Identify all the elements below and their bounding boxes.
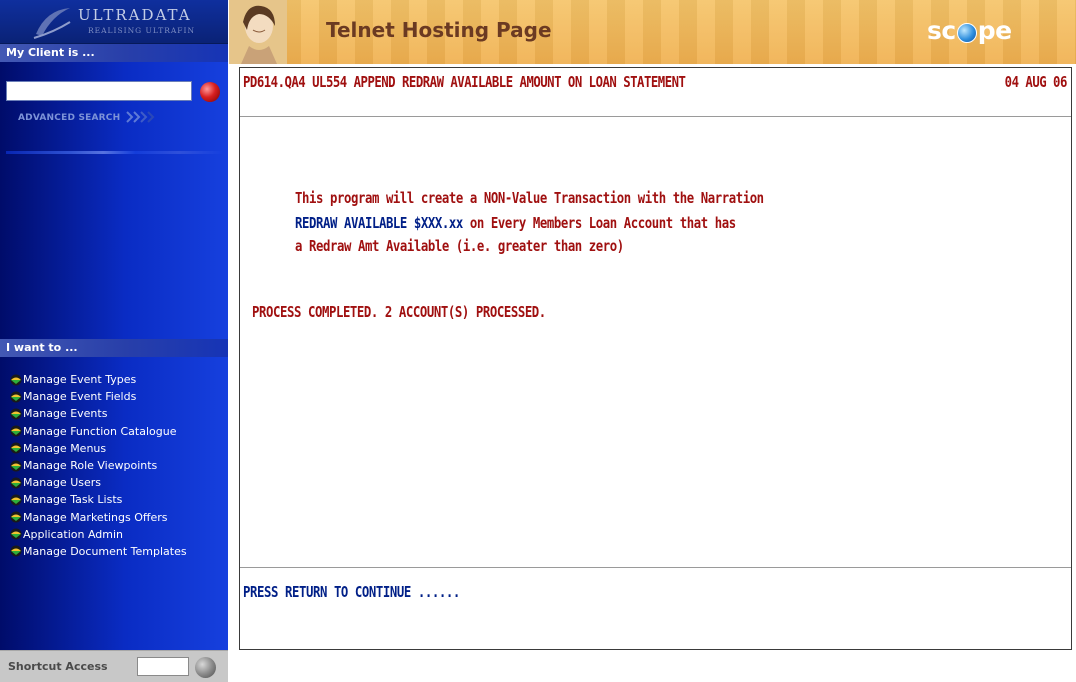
menu-item-label: Manage Menus	[23, 441, 107, 455]
menu-item-label: Manage Event Types	[23, 373, 137, 387]
menu-item-manage-events[interactable]: Manage Events	[10, 405, 228, 422]
action-menu: Manage Event Types Manage Event Fields M…	[10, 371, 228, 560]
i-want-to-header: I want to ...	[0, 339, 228, 357]
terminal-message-line-1: This program will create a NON-Value Tra…	[295, 189, 764, 207]
logo-swoosh-icon	[33, 8, 71, 39]
arrow-bullet-icon	[10, 545, 22, 557]
ultradata-logo: ULTRADATA REALISING ULTRAFIN	[0, 0, 228, 44]
terminal-program-title: PD614.QA4 UL554 APPEND REDRAW AVAILABLE …	[243, 73, 686, 91]
arrow-bullet-icon	[10, 442, 22, 454]
terminal-divider	[240, 567, 1071, 568]
shortcut-access-label: Shortcut Access	[8, 660, 108, 673]
menu-item-manage-task-lists[interactable]: Manage Task Lists	[10, 491, 228, 508]
menu-item-manage-role-viewpoints[interactable]: Manage Role Viewpoints	[10, 457, 228, 474]
logo-name: ULTRADATA	[78, 6, 192, 24]
menu-item-manage-event-fields[interactable]: Manage Event Fields	[10, 388, 228, 405]
menu-item-label: Manage Event Fields	[23, 390, 137, 404]
press-return-prompt[interactable]: PRESS RETURN TO CONTINUE ......	[243, 583, 460, 601]
terminal-message-line-2-rest: on Every Members Loan Account that has	[462, 214, 736, 232]
arrow-bullet-icon	[10, 408, 22, 420]
logo-tagline: REALISING ULTRAFIN	[88, 26, 196, 35]
menu-item-manage-event-types[interactable]: Manage Event Types	[10, 371, 228, 388]
shortcut-access-input[interactable]	[137, 657, 189, 676]
sidebar: ULTRADATA REALISING ULTRAFIN My Client i…	[0, 0, 228, 682]
menu-item-application-admin[interactable]: Application Admin	[10, 526, 228, 543]
arrow-bullet-icon	[10, 374, 22, 386]
scope-logo-text-end: pe	[977, 16, 1012, 45]
menu-item-manage-users[interactable]: Manage Users	[10, 474, 228, 491]
top-banner: Telnet Hosting Page sc pe	[229, 0, 1076, 64]
narration-highlight: REDRAW AVAILABLE $XXX.xx	[295, 214, 463, 232]
scope-logo-text-start: sc	[927, 16, 956, 45]
menu-item-label: Manage Document Templates	[23, 544, 187, 558]
double-chevron-right-icon[interactable]	[125, 110, 165, 124]
menu-item-label: Manage Role Viewpoints	[23, 459, 158, 473]
menu-item-label: Manage Marketings Offers	[23, 510, 168, 524]
arrow-bullet-icon	[10, 391, 22, 403]
person-photo-icon	[229, 0, 287, 64]
arrow-bullet-icon	[10, 425, 22, 437]
arrow-bullet-icon	[10, 477, 22, 489]
menu-item-label: Manage Task Lists	[23, 493, 123, 507]
menu-item-label: Manage Users	[23, 476, 101, 490]
shortcut-go-magnifier-icon[interactable]	[195, 657, 216, 678]
arrow-bullet-icon	[10, 528, 22, 540]
terminal-message-line-3: a Redraw Amt Available (i.e. greater tha…	[295, 237, 624, 255]
shortcut-access-bar: Shortcut Access	[0, 650, 228, 682]
my-client-header: My Client is ...	[0, 44, 228, 62]
page-title: Telnet Hosting Page	[326, 18, 552, 42]
advanced-search-link[interactable]: ADVANCED SEARCH	[18, 113, 120, 123]
menu-item-manage-function-catalogue[interactable]: Manage Function Catalogue	[10, 423, 228, 440]
telnet-terminal[interactable]: PD614.QA4 UL554 APPEND REDRAW AVAILABLE …	[239, 67, 1072, 650]
menu-item-manage-document-templates[interactable]: Manage Document Templates	[10, 543, 228, 560]
menu-item-manage-marketings-offers[interactable]: Manage Marketings Offers	[10, 509, 228, 526]
arrow-bullet-icon	[10, 511, 22, 523]
client-search-input[interactable]	[6, 81, 192, 101]
arrow-bullet-icon	[10, 460, 22, 472]
scope-logo: sc pe	[927, 16, 1012, 45]
terminal-title-row: PD614.QA4 UL554 APPEND REDRAW AVAILABLE …	[240, 68, 1071, 117]
menu-item-manage-menus[interactable]: Manage Menus	[10, 440, 228, 457]
menu-item-label: Manage Function Catalogue	[23, 424, 177, 438]
menu-item-label: Application Admin	[23, 527, 124, 541]
terminal-date: 04 AUG 06	[1004, 73, 1068, 91]
terminal-message-line-2: REDRAW AVAILABLE $XXX.xx on Every Member…	[295, 214, 736, 232]
client-search-go-icon[interactable]	[200, 82, 220, 102]
menu-item-label: Manage Events	[23, 407, 108, 421]
sidebar-divider	[6, 151, 222, 154]
arrow-bullet-icon	[10, 494, 22, 506]
globe-icon	[956, 22, 977, 43]
process-status-message: PROCESS COMPLETED. 2 ACCOUNT(S) PROCESSE…	[252, 303, 546, 321]
